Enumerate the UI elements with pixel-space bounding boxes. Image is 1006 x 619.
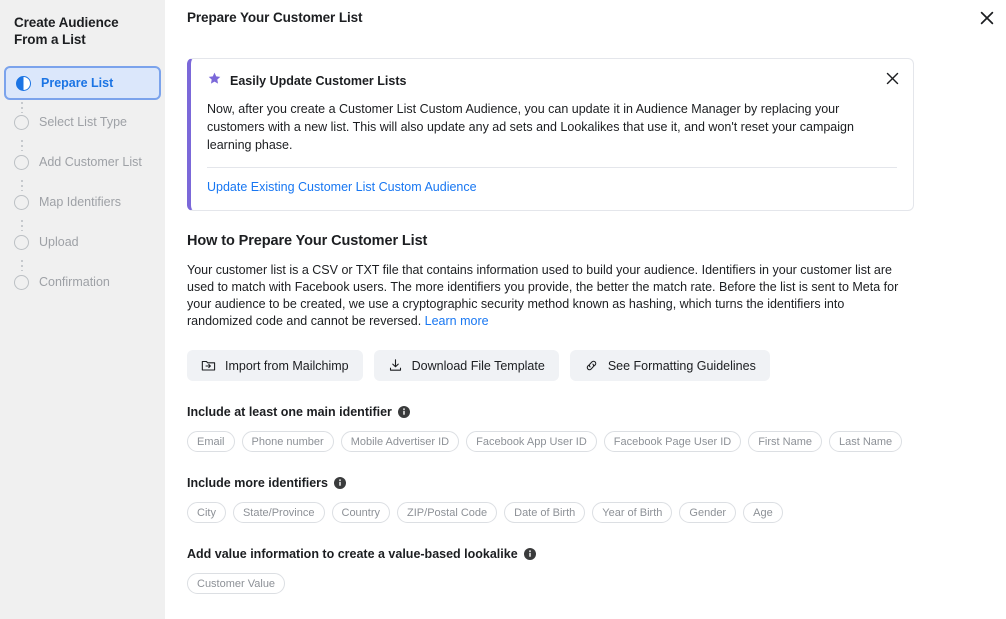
sidebar-item-label: Select List Type — [39, 115, 128, 129]
identifier-pill: First Name — [748, 431, 822, 452]
identifier-pill: Age — [743, 502, 783, 523]
sidebar-item-upload[interactable]: Upload — [4, 226, 161, 258]
download-icon — [388, 358, 403, 373]
identifier-pill: ZIP/Postal Code — [397, 502, 498, 523]
section-paragraph-text: Your customer list is a CSV or TXT file … — [187, 263, 899, 328]
import-from-mailchimp-button[interactable]: Import from Mailchimp — [187, 350, 363, 381]
sidebar-item-confirmation[interactable]: Confirmation — [4, 266, 161, 298]
promo-banner: Easily Update Customer Lists Now, after … — [187, 58, 914, 211]
sidebar-item-map-identifiers[interactable]: Map Identifiers — [4, 186, 161, 218]
group-label: Include at least one main identifier — [187, 405, 984, 419]
sidebar-item-label: Add Customer List — [39, 155, 142, 169]
info-icon[interactable] — [397, 406, 410, 418]
identifier-pill: Facebook Page User ID — [603, 431, 742, 452]
step-circle-icon — [14, 234, 29, 250]
group-label: Add value information to create a value-… — [187, 547, 984, 561]
close-icon[interactable] — [977, 8, 997, 28]
promo-banner-body: Now, after you create a Customer List Cu… — [207, 102, 854, 152]
update-existing-audience-link[interactable]: Update Existing Customer List Custom Aud… — [207, 180, 477, 194]
identifier-pill: Year of Birth — [592, 502, 673, 523]
step-circle-icon — [14, 194, 29, 210]
content-area: Easily Update Customer Lists Now, after … — [165, 58, 1006, 594]
more-identifiers-group: Include more identifiers City State/Prov… — [187, 476, 984, 523]
step-circle-icon — [14, 114, 29, 130]
group-label: Include more identifiers — [187, 476, 984, 490]
sidebar-item-label: Prepare List — [41, 76, 114, 90]
identifier-pill: State/Province — [232, 502, 325, 523]
sidebar-item-label: Confirmation — [39, 275, 110, 289]
pill-row: Customer Value — [187, 573, 984, 594]
folder-import-icon — [201, 358, 216, 373]
value-information-group: Add value information to create a value-… — [187, 547, 984, 594]
sidebar-item-add-customer-list[interactable]: Add Customer List — [4, 146, 161, 178]
info-icon[interactable] — [523, 548, 536, 560]
group-label-text: Include at least one main identifier — [187, 405, 392, 419]
main-identifier-group: Include at least one main identifier Ema… — [187, 405, 984, 452]
identifier-pill: Phone number — [241, 431, 334, 452]
link-chain-icon — [584, 358, 599, 373]
step-progress-half-icon — [16, 75, 31, 91]
sidebar-item-label: Map Identifiers — [39, 195, 121, 209]
sidebar-title: Create Audience From a List — [14, 15, 119, 47]
page-title: Prepare Your Customer List — [187, 10, 363, 25]
identifier-pill: Last Name — [828, 431, 903, 452]
identifier-pill: Customer Value — [187, 573, 286, 594]
pill-row: Email Phone number Mobile Advertiser ID … — [187, 431, 984, 452]
identifier-pill: Mobile Advertiser ID — [340, 431, 460, 452]
sidebar-item-prepare-list[interactable]: Prepare List — [4, 66, 161, 100]
sidebar: Create Audience From a List Prepare List… — [0, 0, 165, 619]
section-paragraph: Your customer list is a CSV or TXT file … — [187, 262, 912, 330]
sidebar-item-label: Upload — [39, 235, 79, 249]
main-header: Prepare Your Customer List — [165, 0, 1006, 35]
divider — [207, 167, 897, 168]
sidebar-item-select-list-type[interactable]: Select List Type — [4, 106, 161, 138]
identifier-pill: Facebook App User ID — [466, 431, 597, 452]
button-label: Import from Mailchimp — [225, 358, 349, 373]
banner-close-icon[interactable] — [883, 69, 901, 87]
identifier-pill: Email — [187, 431, 235, 452]
step-circle-icon — [14, 154, 29, 170]
group-label-text: Add value information to create a value-… — [187, 547, 518, 561]
step-list: Prepare List Select List Type Add Custom… — [0, 66, 165, 298]
info-icon[interactable] — [334, 477, 347, 489]
button-label: See Formatting Guidelines — [607, 358, 756, 373]
see-formatting-guidelines-button[interactable]: See Formatting Guidelines — [569, 350, 770, 381]
step-circle-icon — [14, 274, 29, 290]
create-audience-dialog: Create Audience From a List Prepare List… — [0, 0, 1006, 619]
identifier-pill: Country — [331, 502, 391, 523]
section-title: How to Prepare Your Customer List — [187, 233, 428, 249]
pill-row: City State/Province Country ZIP/Postal C… — [187, 502, 984, 523]
download-file-template-button[interactable]: Download File Template — [373, 350, 559, 381]
promo-banner-title: Easily Update Customer Lists — [230, 74, 407, 88]
identifier-pill: Date of Birth — [504, 502, 586, 523]
identifier-pill: City — [187, 502, 226, 523]
action-button-row: Import from Mailchimp Download File Temp… — [187, 350, 984, 381]
main-panel: Prepare Your Customer List Easily Update… — [165, 0, 1006, 619]
promo-banner-header: Easily Update Customer Lists — [207, 71, 897, 91]
learn-more-link[interactable]: Learn more — [425, 314, 489, 328]
star-icon — [207, 71, 222, 91]
group-label-text: Include more identifiers — [187, 476, 329, 490]
button-label: Download File Template — [411, 358, 545, 373]
identifier-pill: Gender — [679, 502, 737, 523]
